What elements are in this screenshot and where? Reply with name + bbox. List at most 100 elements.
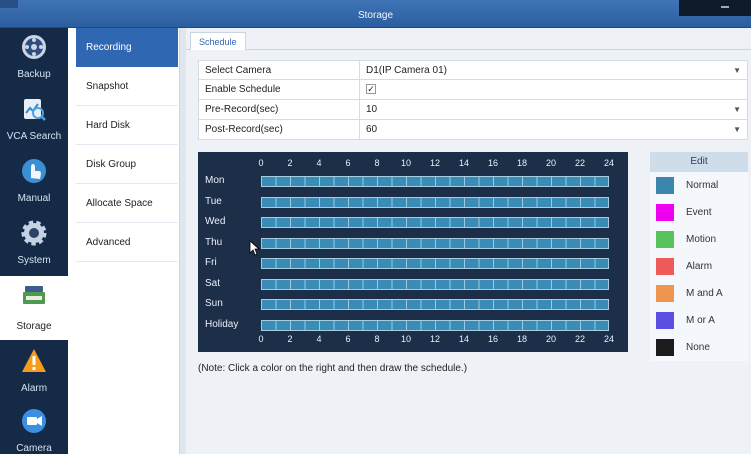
hour-tick-label: 14 bbox=[458, 158, 469, 168]
submenu-snapshot[interactable]: Snapshot bbox=[76, 67, 178, 106]
select-camera-label: Select Camera bbox=[205, 65, 272, 76]
schedule-bar[interactable] bbox=[261, 196, 609, 208]
schedule-bar[interactable] bbox=[261, 176, 609, 187]
enable-schedule-checkbox[interactable]: ✓ bbox=[366, 84, 376, 95]
hour-tick-label: 12 bbox=[429, 334, 440, 344]
nav-label: Alarm bbox=[20, 383, 48, 394]
window-controls[interactable] bbox=[679, 0, 751, 16]
hour-tick-label: 22 bbox=[574, 334, 585, 344]
schedule-form: Select Camera D1(IP Camera 01) ▼ Enable … bbox=[198, 60, 748, 140]
hour-tick-label: 14 bbox=[458, 334, 469, 344]
chevron-down-icon: ▼ bbox=[733, 125, 741, 134]
hour-tick-label: 6 bbox=[345, 158, 351, 168]
schedule-bar[interactable] bbox=[261, 217, 609, 228]
select-camera-dropdown[interactable]: D1(IP Camera 01) ▼ bbox=[359, 61, 747, 80]
hour-tick-label: 20 bbox=[545, 158, 556, 168]
day-label: Sun bbox=[205, 298, 223, 309]
post-record-row: Post-Record(sec) 60 ▼ bbox=[198, 120, 748, 140]
legend-item-event[interactable]: Event bbox=[650, 199, 748, 226]
day-label: Tue bbox=[205, 195, 222, 207]
legend-label: M and A bbox=[686, 288, 723, 299]
legend-item-motion[interactable]: Motion bbox=[650, 226, 748, 253]
legend-item-alarm[interactable]: Alarm bbox=[650, 253, 748, 280]
nav-label: Storage bbox=[16, 321, 52, 332]
day-label: Holiday bbox=[205, 318, 239, 330]
schedule-bar[interactable] bbox=[261, 237, 609, 249]
post-record-label: Post-Record(sec) bbox=[205, 124, 283, 135]
tab-strip: Schedule bbox=[186, 30, 751, 50]
color-swatch[interactable] bbox=[656, 339, 674, 356]
submenu-hard-disk[interactable]: Hard Disk bbox=[76, 106, 178, 145]
hour-tick-label: 16 bbox=[487, 334, 498, 344]
nav-item-system[interactable]: System bbox=[0, 214, 68, 274]
window-title: Storage bbox=[357, 10, 394, 21]
nav-item-manual[interactable]: Manual bbox=[0, 152, 68, 212]
legend-edit-header[interactable]: Edit bbox=[650, 152, 748, 172]
warning-icon bbox=[22, 349, 46, 372]
schedule-row-tue: Tue bbox=[198, 193, 628, 213]
nav-item-alarm[interactable]: Alarm bbox=[0, 342, 68, 402]
legend-item-none[interactable]: None bbox=[650, 334, 748, 361]
schedule-row-sun: Sun bbox=[198, 295, 628, 315]
hour-tick-label: 8 bbox=[374, 334, 380, 344]
hour-tick-label: 8 bbox=[374, 158, 380, 168]
minimize-icon[interactable] bbox=[721, 6, 729, 8]
submenu-recording[interactable]: Recording bbox=[76, 28, 178, 67]
nav-item-backup[interactable]: Backup bbox=[0, 28, 68, 88]
schedule-bar[interactable] bbox=[261, 299, 609, 310]
schedule-row-wed: Wed bbox=[198, 213, 628, 233]
select-camera-row: Select Camera D1(IP Camera 01) ▼ bbox=[198, 60, 748, 80]
pre-record-dropdown[interactable]: 10 ▼ bbox=[359, 100, 747, 119]
nav-label: VCA Search bbox=[6, 131, 62, 142]
legend-label: Normal bbox=[686, 180, 719, 191]
legend-label: Event bbox=[686, 207, 712, 218]
day-label: Fri bbox=[205, 257, 217, 268]
legend-label: Alarm bbox=[686, 261, 713, 272]
title-bar: Storage bbox=[0, 0, 751, 28]
nav-item-vca-search[interactable]: VCA Search bbox=[0, 90, 68, 150]
post-record-value: 60 bbox=[366, 124, 378, 135]
submenu-allocate-space[interactable]: Allocate Space bbox=[76, 184, 178, 223]
vca-search-icon bbox=[24, 99, 46, 121]
chevron-down-icon: ▼ bbox=[733, 105, 741, 114]
hour-tick-label: 10 bbox=[400, 334, 411, 344]
hour-tick-label: 18 bbox=[516, 158, 527, 168]
hour-tick-label: 24 bbox=[603, 158, 614, 168]
color-swatch[interactable] bbox=[656, 177, 674, 194]
hour-tick-label: 4 bbox=[316, 334, 322, 344]
tab-schedule[interactable]: Schedule bbox=[190, 32, 246, 50]
legend-item-m-or-a[interactable]: M or A bbox=[650, 307, 748, 334]
enable-schedule-label: Enable Schedule bbox=[205, 84, 281, 95]
color-swatch[interactable] bbox=[656, 258, 674, 275]
schedule-bar[interactable] bbox=[261, 258, 609, 269]
nav-label: System bbox=[17, 255, 51, 266]
main-nav: Backup VCA Search Manual System Storage bbox=[0, 28, 68, 454]
day-label: Wed bbox=[205, 216, 226, 227]
post-record-dropdown[interactable]: 60 ▼ bbox=[359, 120, 747, 139]
storage-icon bbox=[23, 286, 45, 304]
color-swatch[interactable] bbox=[656, 312, 674, 329]
legend-item-m-and-a[interactable]: M and A bbox=[650, 280, 748, 307]
nav-item-storage[interactable]: Storage bbox=[0, 276, 68, 340]
day-label: Sat bbox=[205, 277, 221, 289]
backup-icon bbox=[22, 35, 46, 59]
submenu-advanced[interactable]: Advanced bbox=[76, 223, 178, 262]
gear-icon bbox=[21, 220, 47, 246]
schedule-row-fri: Fri bbox=[198, 254, 628, 274]
legend-label: Motion bbox=[686, 234, 717, 245]
hour-tick-label: 18 bbox=[516, 334, 527, 344]
mouse-cursor-icon bbox=[249, 240, 261, 256]
nav-label: Backup bbox=[17, 69, 51, 80]
schedule-bar[interactable] bbox=[261, 319, 609, 331]
submenu-disk-group[interactable]: Disk Group bbox=[76, 145, 178, 184]
schedule-grid[interactable]: 0 2 4 6 8 10 12 14 16 18 20 22 24 Mon Tue Wed Thu Fri Sat… bbox=[198, 152, 628, 352]
hour-tick-label: 22 bbox=[574, 158, 585, 168]
schedule-bar[interactable] bbox=[261, 278, 609, 290]
color-swatch[interactable] bbox=[656, 204, 674, 221]
manual-icon bbox=[22, 159, 46, 183]
legend-item-normal[interactable]: Normal bbox=[650, 172, 748, 199]
color-swatch[interactable] bbox=[656, 231, 674, 248]
nav-item-camera[interactable]: Camera bbox=[0, 402, 68, 454]
nav-label: Camera bbox=[16, 443, 52, 454]
color-swatch[interactable] bbox=[656, 285, 674, 302]
